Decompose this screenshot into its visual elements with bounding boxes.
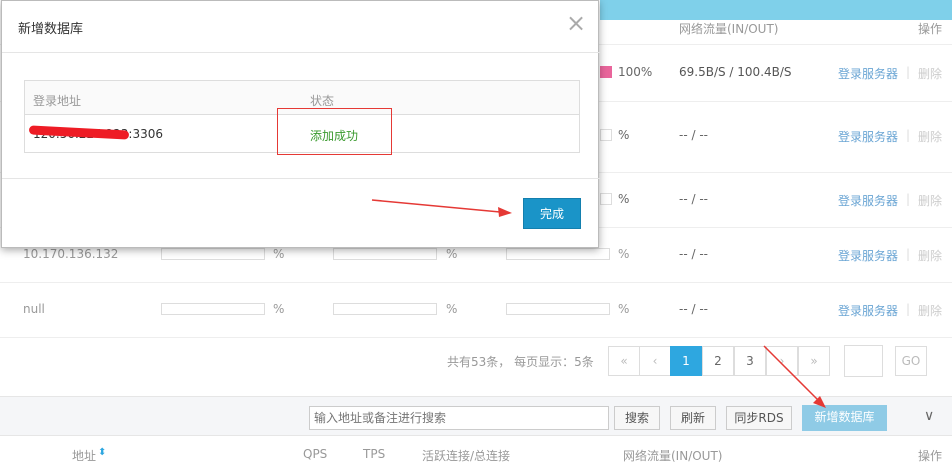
annotation-arrows bbox=[371, 199, 826, 408]
arrow-to-done-button bbox=[371, 199, 501, 213]
arrow-to-add-button bbox=[763, 345, 819, 401]
arrowhead-icon bbox=[498, 207, 512, 217]
